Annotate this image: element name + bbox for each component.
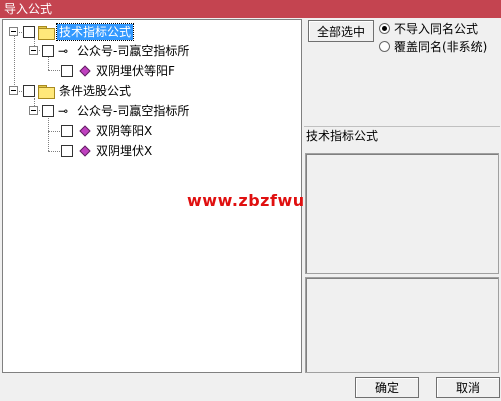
cancel-button[interactable]: 取消: [436, 377, 500, 398]
folder-icon: [38, 85, 55, 99]
radio-label: 不导入同名公式: [394, 22, 479, 36]
description-box[interactable]: [305, 153, 499, 274]
formula-icon: [79, 125, 91, 137]
collapse-toggle[interactable]: [9, 86, 18, 95]
radio-label: 覆盖同名(非系统): [394, 40, 488, 54]
tree-node-label[interactable]: 条件选股公式: [59, 83, 131, 99]
ok-button[interactable]: 确定: [355, 377, 419, 398]
tree-node-screener[interactable]: 条件选股公式: [3, 83, 203, 99]
checkbox[interactable]: [23, 26, 35, 38]
collapse-toggle[interactable]: [29, 46, 38, 55]
checkbox[interactable]: [61, 145, 73, 157]
tree-node-label[interactable]: 双阴等阳X: [96, 123, 152, 139]
tree-node-label[interactable]: 公众号-司蠃空指标所: [77, 43, 189, 59]
checkbox[interactable]: [61, 125, 73, 137]
select-all-button[interactable]: 全部选中: [308, 20, 374, 42]
detail-box[interactable]: [305, 277, 499, 373]
radio-icon: [379, 41, 390, 52]
formula-icon: [79, 65, 91, 77]
collapse-toggle[interactable]: [9, 27, 18, 36]
radio-overwrite[interactable]: 覆盖同名(非系统): [379, 40, 487, 54]
checkbox[interactable]: [61, 65, 73, 77]
tree-node-technical[interactable]: 技术指标公式: [3, 23, 203, 41]
tree-node-author[interactable]: ⊸ 公众号-司蠃空指标所: [3, 103, 223, 119]
key-icon: ⊸: [58, 44, 69, 58]
title-bar[interactable]: 导入公式: [0, 0, 501, 18]
tree-node-formula[interactable]: 双阴埋伏X: [3, 143, 223, 159]
checkbox[interactable]: [42, 45, 54, 57]
checkbox[interactable]: [42, 105, 54, 117]
collapse-toggle[interactable]: [29, 106, 38, 115]
formula-icon: [79, 145, 91, 157]
folder-icon: [38, 26, 55, 40]
tree-node-formula[interactable]: 双阴等阳X: [3, 123, 223, 139]
radio-selected-icon: [379, 23, 390, 34]
radio-skip-duplicates[interactable]: 不导入同名公式: [379, 22, 478, 36]
tree-node-formula[interactable]: 双阴埋伏等阳F: [3, 63, 223, 79]
tree-node-label[interactable]: 双阴埋伏等阳F: [96, 63, 175, 79]
tree-line: [14, 31, 15, 91]
window-title: 导入公式: [4, 2, 53, 16]
checkbox[interactable]: [23, 85, 35, 97]
tree-node-label[interactable]: 双阴埋伏X: [96, 143, 152, 159]
tree-node-label[interactable]: 公众号-司蠃空指标所: [77, 103, 189, 119]
tree-node-author[interactable]: ⊸ 公众号-司蠃空指标所: [3, 43, 223, 59]
key-icon: ⊸: [58, 104, 69, 118]
tree-node-label[interactable]: 技术指标公式: [55, 23, 135, 41]
category-label: 技术指标公式: [304, 126, 500, 152]
